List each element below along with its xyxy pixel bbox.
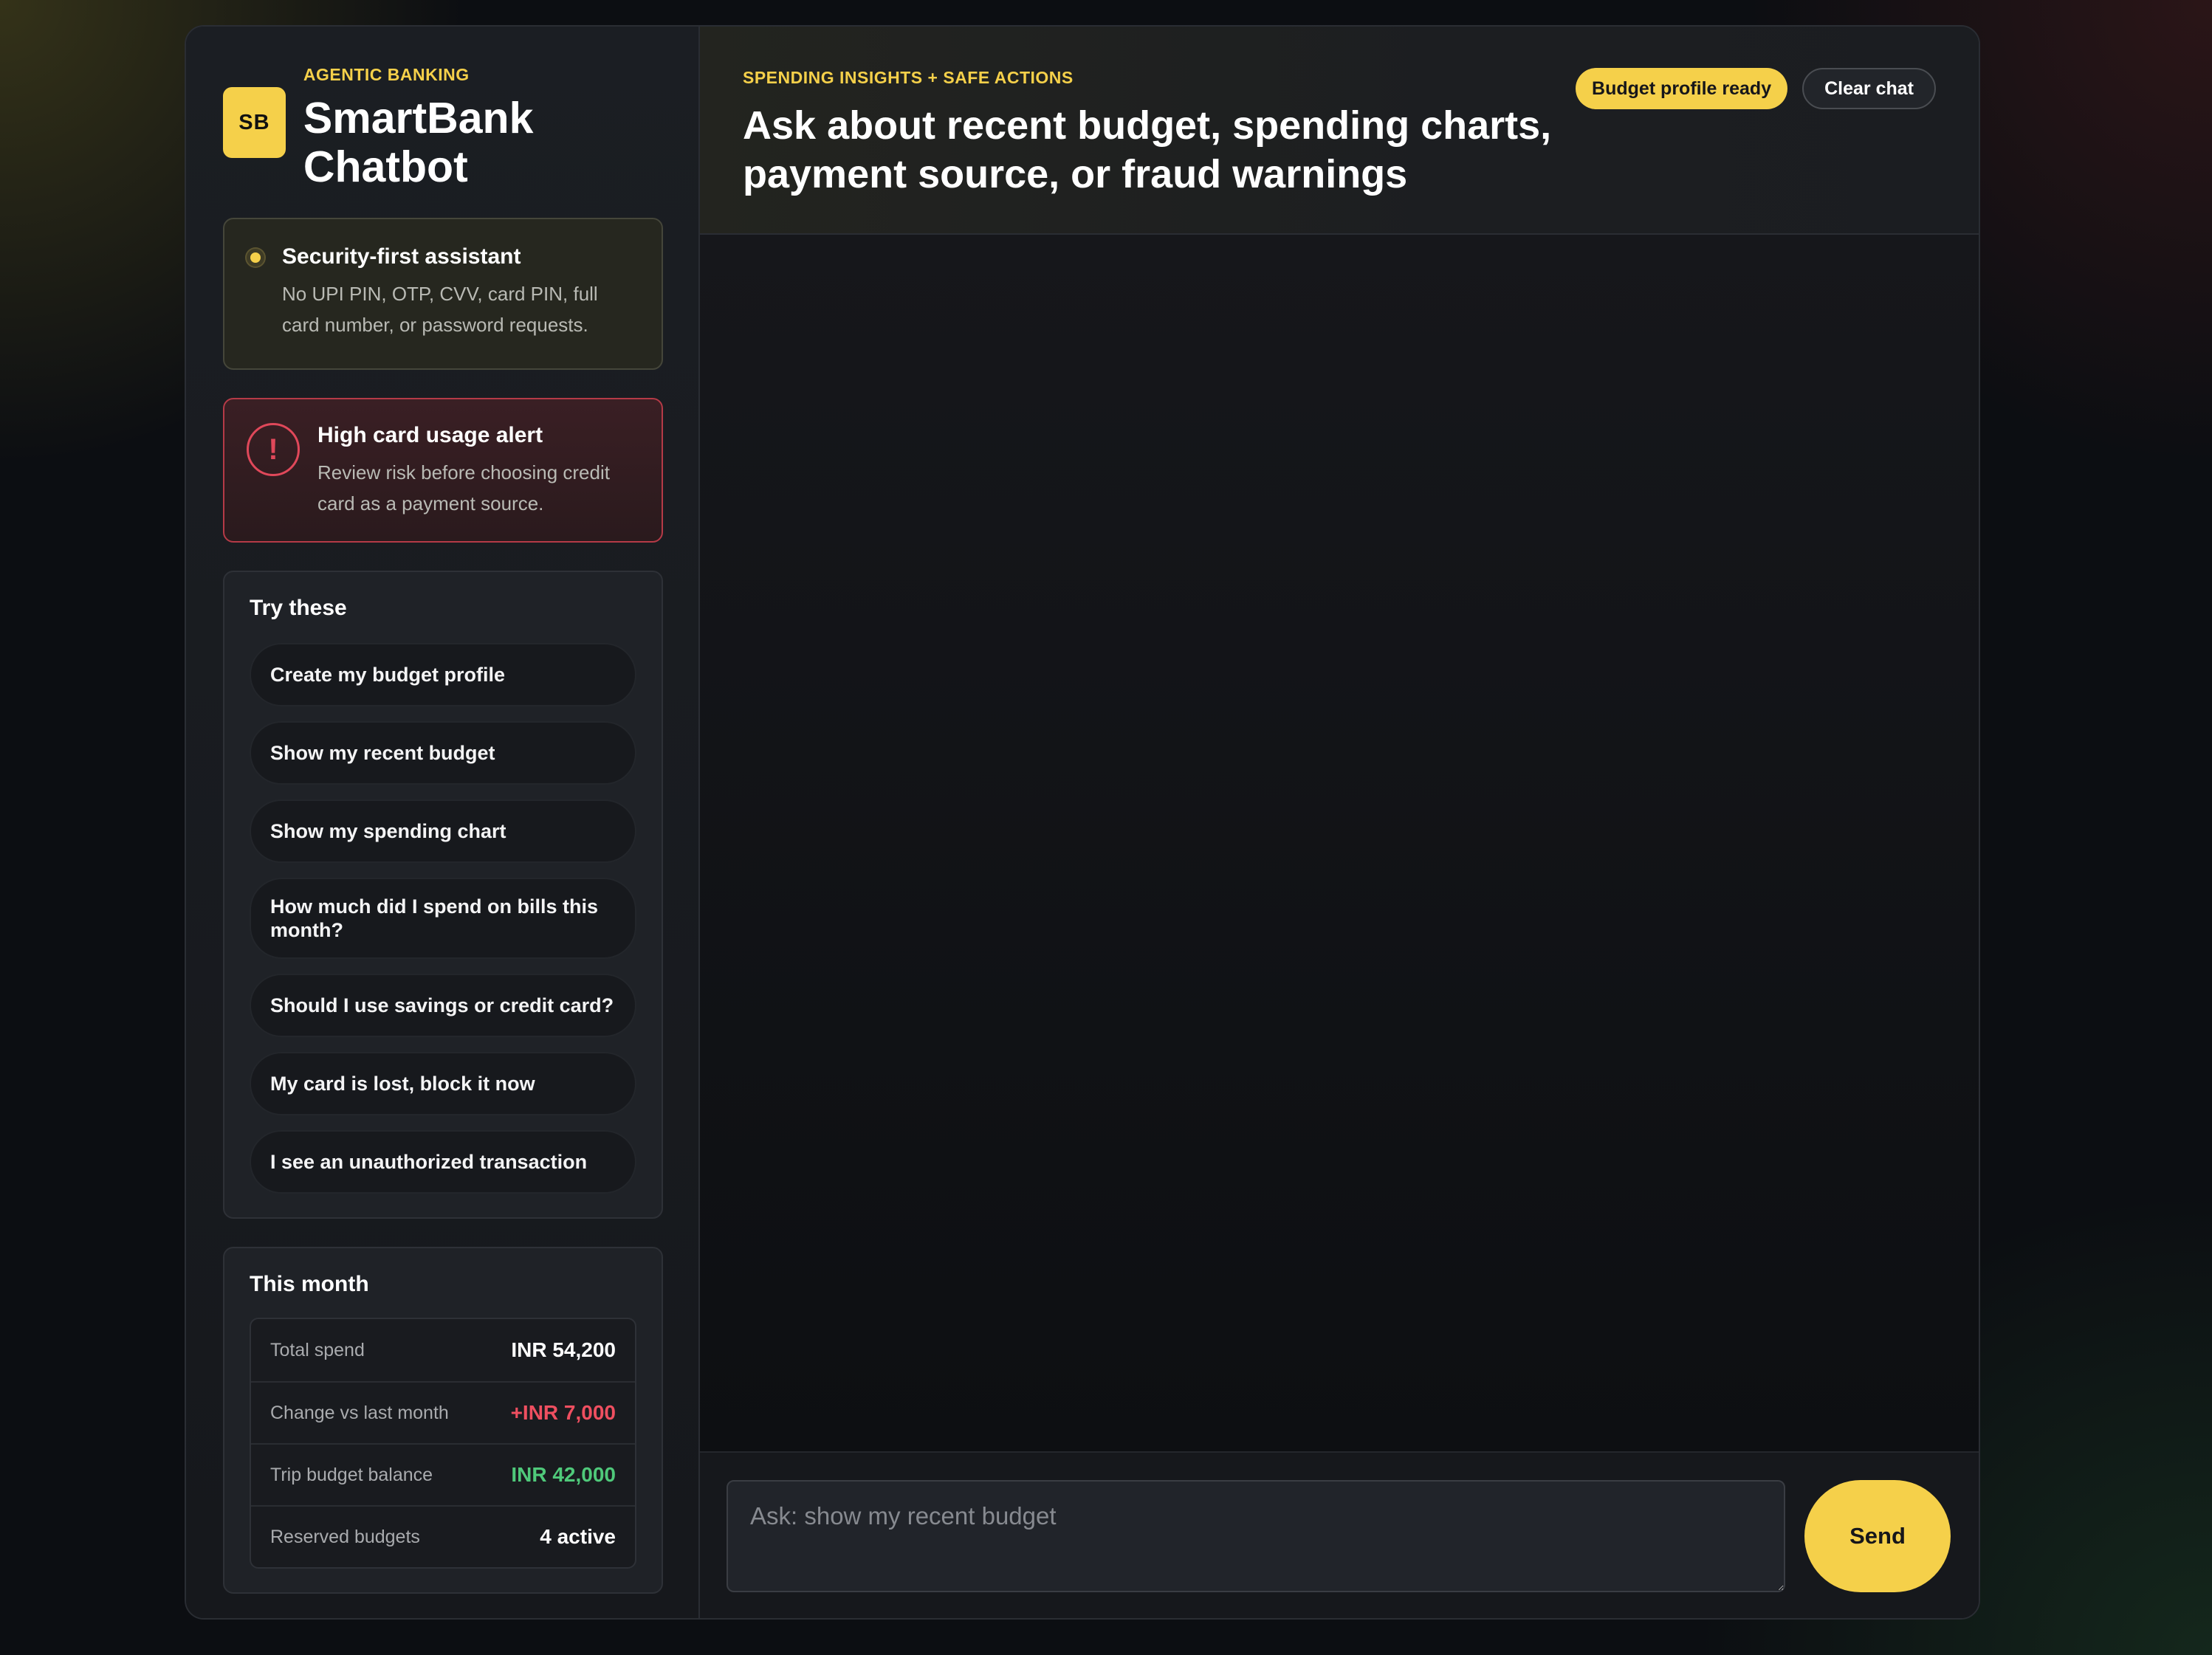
stat-value: +INR 7,000	[510, 1401, 616, 1424]
stat-label: Trip budget balance	[270, 1464, 433, 1485]
brand: SB AGENTIC BANKING SmartBank Chatbot	[223, 63, 663, 191]
stat-value: INR 54,200	[511, 1338, 616, 1361]
suggestion-show-spending-chart[interactable]: Show my spending chart	[250, 799, 636, 863]
stat-value: INR 42,000	[511, 1463, 616, 1486]
stat-row-trip-balance: Trip budget balance INR 42,000	[251, 1443, 635, 1505]
sidebar: SB AGENTIC BANKING SmartBank Chatbot Sec…	[186, 27, 700, 1618]
page-title: Ask about recent budget, spending charts…	[743, 103, 1552, 196]
stat-label: Total spend	[270, 1339, 365, 1360]
send-button[interactable]: Send	[1804, 1480, 1951, 1592]
alert-card-description: Review risk before choosing credit card …	[317, 461, 610, 515]
composer: Send	[700, 1451, 1979, 1618]
chat-header: SPENDING INSIGHTS + SAFE ACTIONS Ask abo…	[700, 27, 1979, 235]
stat-label: Change vs last month	[270, 1402, 449, 1423]
suggestion-savings-or-credit[interactable]: Should I use savings or credit card?	[250, 974, 636, 1037]
security-card: Security-first assistant No UPI PIN, OTP…	[223, 218, 663, 370]
stat-row-change: Change vs last month +INR 7,000	[251, 1381, 635, 1443]
suggestions-title: Try these	[250, 596, 347, 620]
suggestions-panel: Try these Create my budget profile Show …	[223, 571, 663, 1219]
suggestion-unauthorized-transaction[interactable]: I see an unauthorized transaction	[250, 1130, 636, 1194]
status-badge: Budget profile ready	[1576, 68, 1788, 109]
chat-messages[interactable]	[700, 235, 1979, 1451]
chat-input[interactable]	[727, 1480, 1785, 1592]
chat-main: SPENDING INSIGHTS + SAFE ACTIONS Ask abo…	[700, 27, 1979, 1618]
exclamation-icon: !	[247, 423, 300, 476]
stats-table: Total spend INR 54,200 Change vs last mo…	[250, 1318, 636, 1569]
security-card-description: No UPI PIN, OTP, CVV, card PIN, full car…	[282, 283, 598, 336]
app-title: SmartBank Chatbot	[303, 94, 534, 191]
logo: SB	[223, 87, 286, 158]
clear-chat-button[interactable]: Clear chat	[1802, 68, 1936, 109]
alert-card: ! High card usage alert Review risk befo…	[223, 398, 663, 543]
suggestion-create-budget-profile[interactable]: Create my budget profile	[250, 643, 636, 706]
suggestion-bills-spend[interactable]: How much did I spend on bills this month…	[250, 878, 636, 959]
status-dot-icon	[247, 249, 264, 266]
suggestion-block-card[interactable]: My card is lost, block it now	[250, 1052, 636, 1115]
stat-value: 4 active	[540, 1525, 616, 1548]
month-stats-title: This month	[250, 1272, 369, 1296]
brand-eyebrow: AGENTIC BANKING	[303, 65, 470, 84]
alert-card-title: High card usage alert	[317, 423, 543, 447]
app-window: SB AGENTIC BANKING SmartBank Chatbot Sec…	[185, 25, 1980, 1620]
stat-row-reserved-budgets: Reserved budgets 4 active	[251, 1505, 635, 1567]
suggestion-show-recent-budget[interactable]: Show my recent budget	[250, 721, 636, 785]
month-stats-panel: This month Total spend INR 54,200 Change…	[223, 1247, 663, 1594]
security-card-title: Security-first assistant	[282, 244, 521, 269]
stat-label: Reserved budgets	[270, 1526, 420, 1547]
stat-row-total-spend: Total spend INR 54,200	[251, 1319, 635, 1381]
